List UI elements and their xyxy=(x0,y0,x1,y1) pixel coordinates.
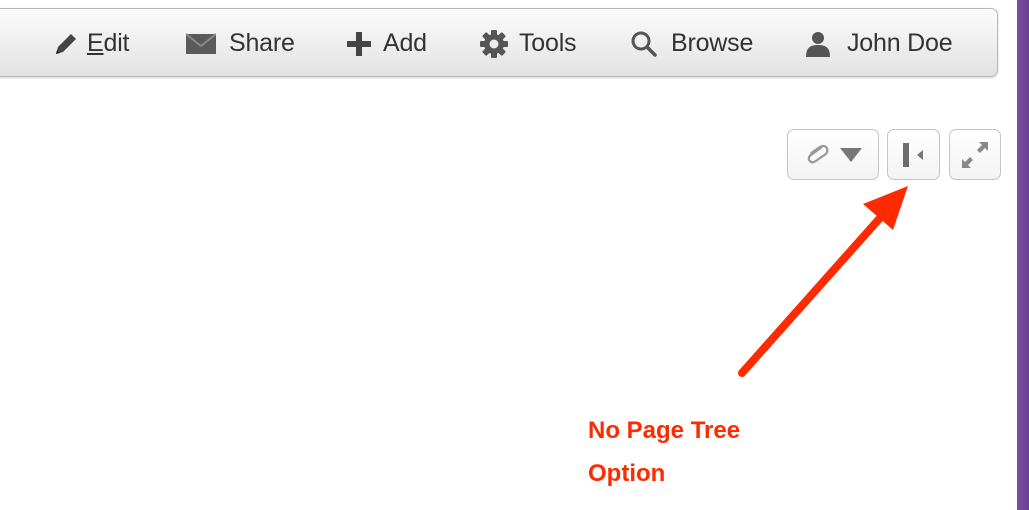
sidebar-collapse-icon xyxy=(899,142,929,168)
tools-label: Tools xyxy=(519,29,577,57)
envelope-icon xyxy=(185,9,217,78)
add-button[interactable]: Add xyxy=(345,9,427,78)
page-tree-toggle-button[interactable] xyxy=(887,129,940,180)
gear-icon xyxy=(479,9,509,78)
browse-button[interactable]: Browse xyxy=(629,9,753,78)
attachments-dropdown-button[interactable] xyxy=(787,129,879,180)
add-label: Add xyxy=(383,29,427,57)
paperclip-icon xyxy=(804,142,830,168)
user-name-label: John Doe xyxy=(847,29,953,57)
edit-label: Edit xyxy=(87,29,130,57)
browse-label: Browse xyxy=(671,29,754,57)
share-label: Share xyxy=(229,29,295,57)
plus-icon xyxy=(345,9,373,78)
fullscreen-button[interactable] xyxy=(949,129,1001,180)
chevron-down-icon xyxy=(840,147,862,162)
edit-button[interactable]: Edit xyxy=(51,9,129,78)
tools-button[interactable]: Tools xyxy=(479,9,577,78)
user-menu-button[interactable]: John Doe xyxy=(803,9,953,78)
user-icon xyxy=(803,9,833,78)
pencil-icon xyxy=(51,9,81,78)
annotation-text: No Page Tree Option xyxy=(588,409,828,495)
expand-icon xyxy=(960,140,990,170)
top-toolbar: Edit Share Add Tools Browse John Doe xyxy=(0,8,998,77)
purple-window-edge xyxy=(1017,0,1029,510)
annotation-line-1: No Page Tree xyxy=(588,417,741,444)
share-button[interactable]: Share xyxy=(185,9,295,78)
search-icon xyxy=(629,9,659,78)
annotation-line-2: Option xyxy=(588,460,666,487)
